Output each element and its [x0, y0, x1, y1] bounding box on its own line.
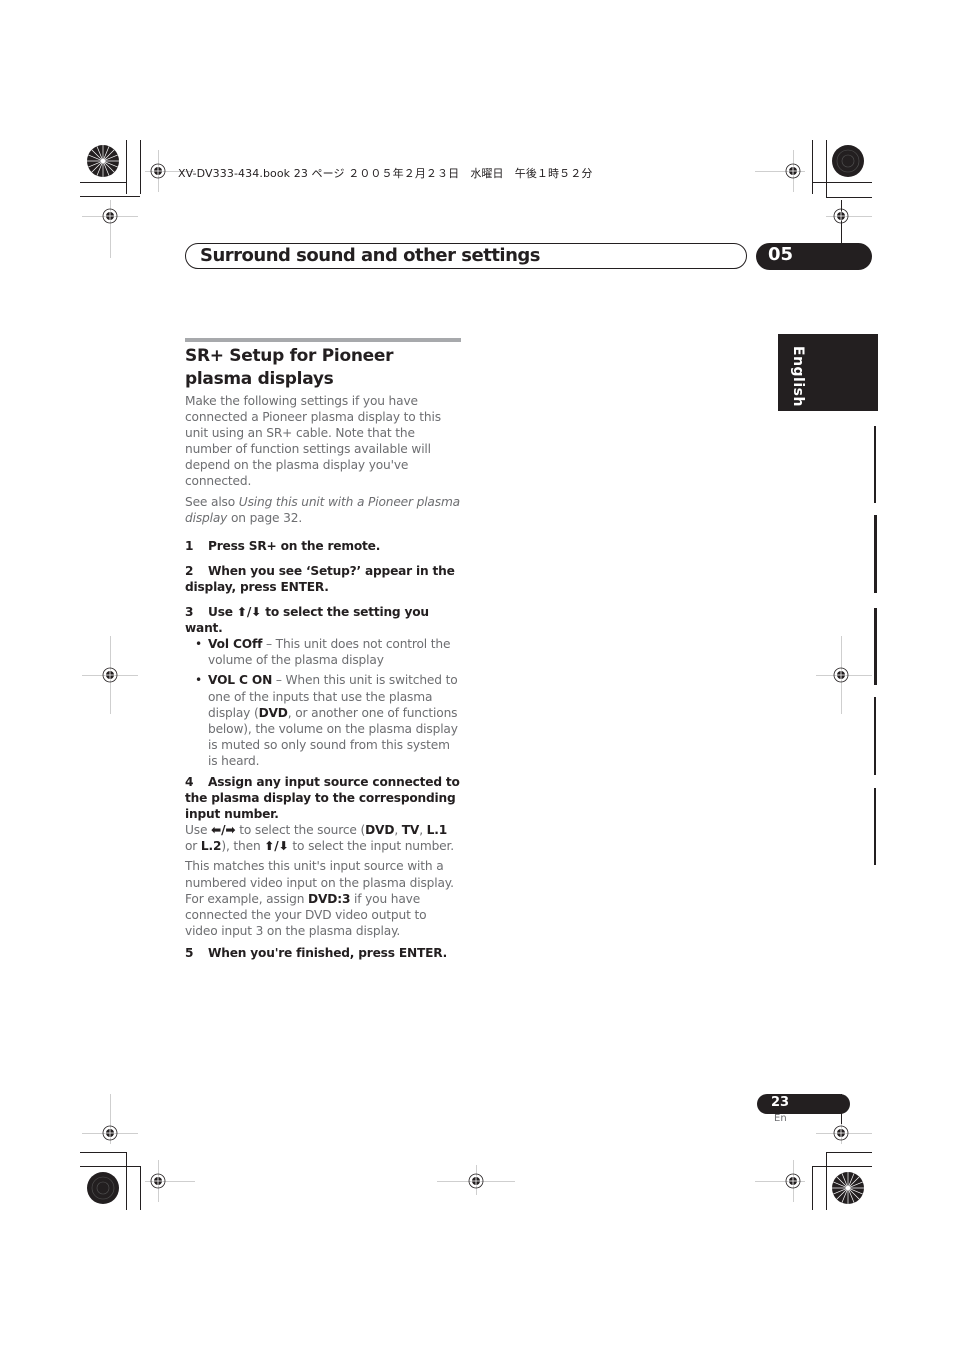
registration-target-icon — [150, 1173, 166, 1189]
source-l2: L.2 — [200, 839, 222, 854]
step-number: 3 — [185, 605, 194, 620]
crop-mark — [80, 1166, 141, 1167]
thumb-index-bar — [874, 697, 876, 775]
registration-target-icon — [833, 667, 849, 683]
step-2: 2 When you see ‘Setup?’ appear in the dis… — [185, 563, 461, 595]
text: ), then — [221, 839, 265, 854]
bullet-icon: • — [195, 637, 203, 652]
registration-target-icon — [102, 208, 118, 224]
registration-target-icon — [785, 163, 801, 179]
crop-mark — [812, 140, 813, 194]
star-target-icon — [832, 1172, 864, 1204]
up-down-arrow-icon: ⬆/⬇ — [264, 839, 289, 854]
crop-mark — [126, 1152, 127, 1210]
crop-mark — [826, 1152, 872, 1153]
see-also-suffix: on page 32. — [227, 510, 303, 525]
step-1: 1 Press SR+ on the remote. — [185, 538, 461, 554]
step-3: 3 Use ⬆/⬇ to select the setting you want. — [185, 604, 461, 636]
source-l1: L.1 — [426, 823, 448, 838]
thumb-index-bar — [874, 788, 876, 865]
registration-target-icon — [102, 1125, 118, 1141]
chapter-header: Surround sound and other settings — [185, 243, 747, 269]
example-assignment: DVD:3 — [308, 891, 351, 906]
step-4-detail-1: Use ⬅/➡ to select the source (DVD, TV, L… — [185, 822, 461, 854]
text: to select the input number. — [288, 839, 454, 854]
text: Use — [185, 823, 212, 838]
text: , — [419, 823, 427, 838]
star-target-icon — [832, 145, 864, 177]
option-desc-bold: DVD — [258, 705, 288, 720]
bullet-icon: • — [195, 673, 203, 688]
print-header: XV-DV333-434.book 23 ページ ２００５年２月２３日 水曜日 … — [178, 167, 593, 180]
thumb-index-bar — [874, 608, 877, 685]
crop-mark — [140, 1166, 141, 1210]
page-number-badge: 23 — [757, 1094, 850, 1114]
chapter-number: 05 — [768, 244, 794, 265]
intro-paragraph: Make the following settings if you have … — [185, 394, 441, 489]
option-name: Vol COff — [208, 637, 263, 652]
thumb-index-bar — [874, 515, 877, 593]
star-target-icon — [87, 1172, 119, 1204]
step-number: 2 — [185, 563, 194, 578]
crop-mark — [826, 140, 827, 198]
option-name: VOL C ON — [208, 673, 273, 688]
page-language: En — [774, 1113, 787, 1124]
crop-mark — [140, 140, 141, 194]
chapter-title: Surround sound and other settings — [200, 245, 541, 266]
language-label: English — [790, 346, 806, 407]
crop-mark — [812, 182, 872, 183]
registration-target-icon — [102, 667, 118, 683]
step-number: 5 — [185, 945, 194, 960]
crop-mark — [126, 140, 127, 194]
registration-target-icon — [468, 1173, 484, 1189]
registration-target-icon — [833, 1125, 849, 1141]
source-tv: TV — [401, 823, 420, 838]
step-3-options: • Vol COff – This unit does not control t… — [185, 636, 461, 769]
crop-mark — [812, 1166, 872, 1167]
main-section: SR+ Setup for Pioneer plasma displays Ma… — [185, 338, 461, 961]
crop-mark — [812, 1166, 813, 1210]
step-number: 4 — [185, 774, 194, 789]
registration-target-icon — [785, 1173, 801, 1189]
step-text: When you're finished, press ENTER. — [208, 945, 448, 960]
crop-mark — [80, 1152, 127, 1153]
step-5: 5 When you're finished, press ENTER. — [185, 945, 461, 961]
step-text: Assign any input source connected to the… — [185, 774, 460, 822]
crop-mark — [80, 196, 140, 197]
step-text: When you see ‘Setup?’ appear in the disp… — [185, 563, 455, 594]
text: or — [185, 839, 201, 854]
source-dvd: DVD — [365, 823, 395, 838]
chapter-number-badge: 05 — [756, 243, 872, 270]
step-4: 4 Assign any input source connected to th… — [185, 774, 461, 822]
crop-mark — [826, 197, 872, 198]
crop-mark — [80, 182, 127, 183]
text: , — [394, 823, 402, 838]
section-rule — [185, 338, 461, 342]
crop-mark — [826, 1152, 827, 1210]
step-text: Use — [208, 605, 237, 620]
registration-target-icon — [833, 208, 849, 224]
registration-target-icon — [150, 163, 166, 179]
language-tab: English — [778, 334, 878, 411]
left-right-arrow-icon: ⬅/➡ — [211, 823, 236, 838]
step-number: 1 — [185, 538, 194, 553]
option-vol-c-on: • VOL C ON – When this unit is switched t… — [185, 672, 461, 769]
option-vol-coff: • Vol COff – This unit does not control t… — [185, 636, 461, 668]
section-title: SR+ Setup for Pioneer plasma displays — [185, 346, 394, 389]
page-number: 23 — [771, 1095, 790, 1110]
step-text: Press SR+ on the remote. — [208, 538, 381, 553]
see-also-prefix: See also — [185, 494, 239, 509]
see-also-paragraph: See also Using this unit with a Pioneer … — [185, 494, 461, 526]
star-target-icon — [87, 145, 119, 177]
up-down-arrow-icon: ⬆/⬇ — [236, 605, 262, 620]
thumb-index-bar — [874, 426, 876, 503]
text: to select the source ( — [235, 823, 366, 838]
step-4-detail-2: This matches this unit's input source wi… — [185, 858, 461, 938]
